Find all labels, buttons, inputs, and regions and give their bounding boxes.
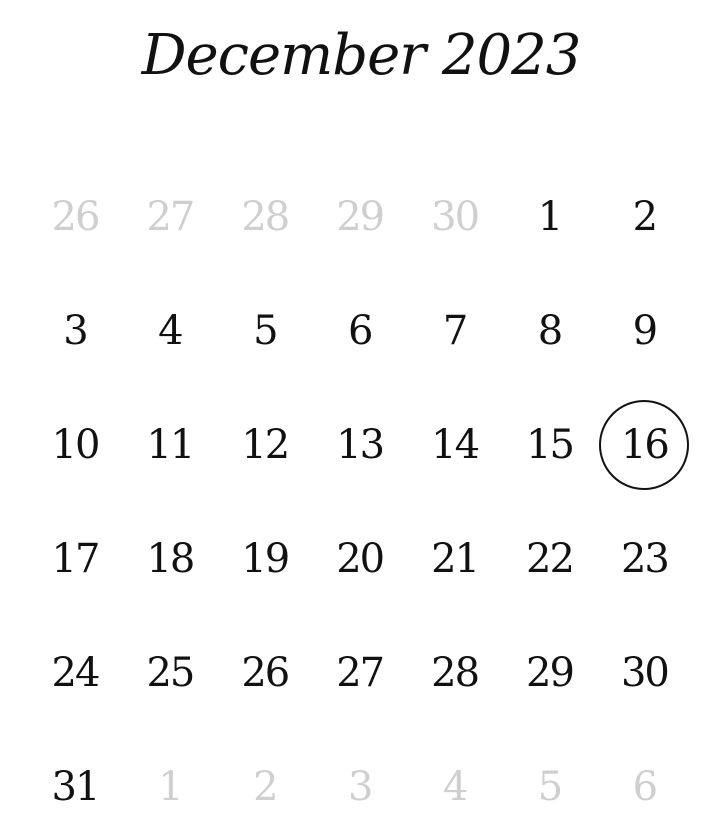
day-number: 28 xyxy=(431,650,480,696)
day-number: 6 xyxy=(347,308,373,354)
day-number: 5 xyxy=(253,308,278,354)
day-cell[interactable]: 8 xyxy=(503,274,597,388)
day-cell[interactable]: 4 xyxy=(123,274,217,388)
day-cell[interactable]: 4 xyxy=(408,730,502,832)
day-cell[interactable]: 28 xyxy=(408,616,502,730)
day-cell[interactable]: 25 xyxy=(123,616,217,730)
day-number: 2 xyxy=(632,194,658,240)
day-cell[interactable]: 30 xyxy=(408,160,502,274)
day-number: 30 xyxy=(620,650,670,696)
day-cell[interactable]: 3 xyxy=(313,730,407,832)
day-number: 10 xyxy=(51,422,101,468)
day-cell[interactable]: 12 xyxy=(218,388,312,502)
day-number: 24 xyxy=(51,650,101,696)
day-cell[interactable]: 6 xyxy=(597,730,691,832)
day-cell[interactable]: 23 xyxy=(597,502,691,616)
day-cell[interactable]: 18 xyxy=(123,502,217,616)
day-number: 27 xyxy=(336,650,385,696)
day-cell[interactable]: 3 xyxy=(28,274,122,388)
day-number: 13 xyxy=(336,422,385,468)
day-number: 18 xyxy=(146,536,195,582)
day-cell[interactable]: 2 xyxy=(597,160,691,274)
day-cell[interactable]: 6 xyxy=(313,274,407,388)
day-cell[interactable]: 21 xyxy=(408,502,502,616)
day-number: 2 xyxy=(253,764,278,810)
day-number: 20 xyxy=(336,536,385,582)
day-number: 16 xyxy=(620,422,670,468)
day-cell[interactable]: 9 xyxy=(597,274,691,388)
day-number: 17 xyxy=(51,536,101,582)
day-number: 7 xyxy=(442,308,468,354)
day-cell[interactable]: 26 xyxy=(28,160,122,274)
day-cell[interactable]: 29 xyxy=(313,160,407,274)
day-cell[interactable]: 22 xyxy=(503,502,597,616)
day-cell[interactable]: 17 xyxy=(28,502,122,616)
day-cell[interactable]: 13 xyxy=(313,388,407,502)
day-cell[interactable]: 26 xyxy=(218,616,312,730)
day-cell[interactable]: 30 xyxy=(597,616,691,730)
day-cell[interactable]: 7 xyxy=(408,274,502,388)
day-number: 15 xyxy=(526,422,575,468)
day-number: 29 xyxy=(526,650,575,696)
day-number: 31 xyxy=(51,764,101,810)
day-cell[interactable]: 14 xyxy=(408,388,502,502)
day-cell[interactable]: 5 xyxy=(503,730,597,832)
day-number: 22 xyxy=(526,536,575,582)
day-number: 3 xyxy=(347,764,373,810)
day-cell[interactable]: 5 xyxy=(218,274,312,388)
day-cell[interactable]: 20 xyxy=(313,502,407,616)
day-cell[interactable]: 11 xyxy=(123,388,217,502)
day-number: 11 xyxy=(146,422,195,468)
day-cell-today[interactable]: 16 xyxy=(597,388,691,502)
day-number: 4 xyxy=(442,764,468,810)
day-number: 1 xyxy=(158,764,183,810)
day-number: 1 xyxy=(537,194,563,240)
day-number: 5 xyxy=(537,764,563,810)
day-number: 30 xyxy=(431,194,480,240)
calendar-grid: 26 27 28 29 30 1 2 3 4 5 6 7 8 9 10 11 12 13 14 15 16 17 18 19 2… xyxy=(28,160,692,832)
day-cell[interactable]: 31 xyxy=(28,730,122,832)
day-number: 14 xyxy=(431,422,480,468)
day-number: 28 xyxy=(241,194,290,240)
day-number: 29 xyxy=(336,194,385,240)
day-number: 25 xyxy=(146,650,195,696)
day-cell[interactable]: 27 xyxy=(123,160,217,274)
day-number: 21 xyxy=(431,536,480,582)
day-number: 4 xyxy=(158,308,183,354)
day-number: 27 xyxy=(146,194,195,240)
day-number: 8 xyxy=(537,308,563,354)
day-cell[interactable]: 1 xyxy=(503,160,597,274)
day-cell[interactable]: 29 xyxy=(503,616,597,730)
day-number: 26 xyxy=(51,194,101,240)
day-cell[interactable]: 15 xyxy=(503,388,597,502)
day-cell[interactable]: 28 xyxy=(218,160,312,274)
day-number: 26 xyxy=(241,650,290,696)
day-cell[interactable]: 19 xyxy=(218,502,312,616)
day-number: 3 xyxy=(63,308,88,354)
day-number: 19 xyxy=(241,536,290,582)
day-cell[interactable]: 1 xyxy=(123,730,217,832)
day-cell[interactable]: 27 xyxy=(313,616,407,730)
day-cell[interactable]: 24 xyxy=(28,616,122,730)
day-number: 9 xyxy=(632,308,658,354)
day-cell[interactable]: 2 xyxy=(218,730,312,832)
calendar-title: December 2023 xyxy=(0,8,722,128)
day-cell[interactable]: 10 xyxy=(28,388,122,502)
day-number: 23 xyxy=(620,536,670,582)
calendar-title-text: December 2023 xyxy=(141,23,582,88)
day-number: 6 xyxy=(632,764,658,810)
day-number: 12 xyxy=(241,422,290,468)
